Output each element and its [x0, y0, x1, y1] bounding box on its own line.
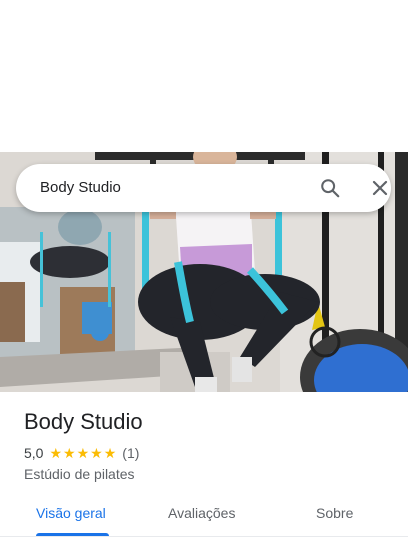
- tab-reviews[interactable]: Avaliações: [168, 504, 235, 522]
- place-title: Body Studio: [24, 409, 143, 434]
- place-tabs: Visão geral Avaliações Sobre: [0, 498, 408, 544]
- tab-overview[interactable]: Visão geral: [36, 504, 106, 522]
- star-icon: ★: [49, 445, 63, 461]
- search-icon[interactable]: [319, 177, 341, 199]
- star-icon: ★: [103, 445, 117, 461]
- star-icon: ★: [76, 445, 90, 461]
- close-icon[interactable]: [370, 178, 390, 198]
- tab-about[interactable]: Sobre: [316, 504, 353, 522]
- star-icon: ★: [63, 445, 76, 461]
- search-input[interactable]: Body Studio: [40, 178, 121, 198]
- review-count[interactable]: (1): [122, 444, 139, 462]
- star-rating: ★ ★ ★ ★ ★: [49, 444, 117, 462]
- rating-value: 5,0: [24, 445, 44, 461]
- tabs-divider: [0, 536, 408, 537]
- place-category: Estúdio de pilates: [24, 466, 135, 482]
- search-bar[interactable]: Body Studio: [16, 164, 391, 212]
- star-icon: ★: [90, 445, 103, 461]
- place-info: Body Studio 5,0 ★ ★ ★ ★ ★ (1) Estúdio de…: [24, 408, 394, 483]
- rating-row[interactable]: 5,0 ★ ★ ★ ★ ★ (1): [24, 444, 394, 462]
